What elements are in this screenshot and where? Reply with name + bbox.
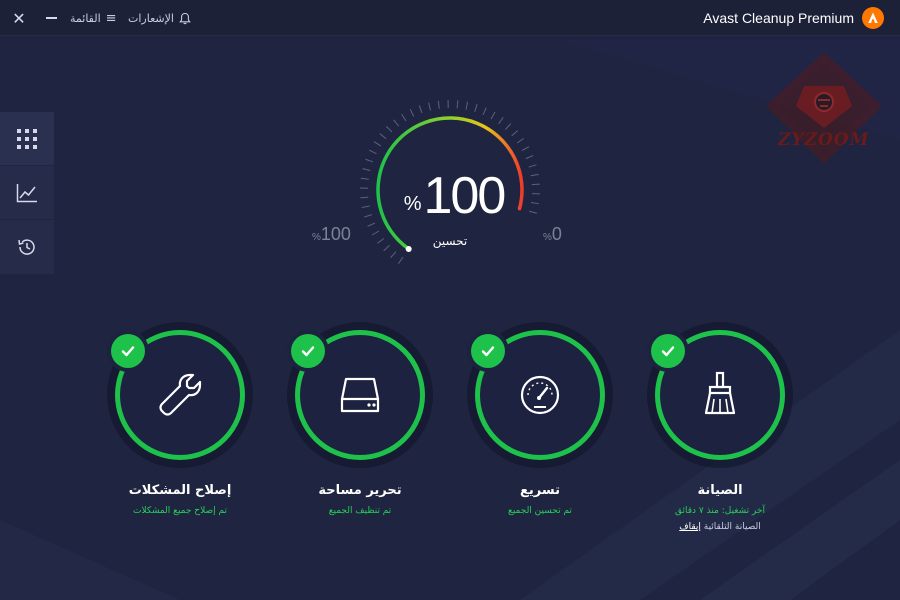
- gauge-tick: [531, 183, 540, 186]
- gauge-tick: [386, 126, 393, 133]
- gauge-min-percent: %: [543, 232, 552, 243]
- zyzoom-watermark-logo: [766, 52, 882, 164]
- gauge-tick: [482, 107, 487, 116]
- gauge-tick: [367, 222, 376, 227]
- auto-maintenance-label: الصيانة التلقائية: [703, 522, 761, 532]
- gauge-tick: [516, 137, 525, 144]
- gauge-tick: [365, 158, 374, 163]
- gauge-max-label: %100: [312, 224, 351, 245]
- menu-icon: ≡: [105, 10, 117, 26]
- gauge-tick: [428, 102, 431, 111]
- avast-logo-icon: [862, 7, 884, 29]
- gauge-max-percent: %: [312, 232, 321, 243]
- status-check-icon: [651, 334, 685, 368]
- gauge-tick: [530, 173, 539, 177]
- grid-icon: [17, 128, 37, 149]
- gauge-tick: [529, 210, 538, 214]
- auto-maintenance-line: الصيانة التلقائية إيقاف: [630, 522, 810, 532]
- gauge-tick: [377, 238, 385, 244]
- broom-icon: [704, 371, 736, 415]
- gauge-tick: [364, 214, 372, 218]
- gauge-min-label: %0: [543, 224, 562, 245]
- gauge-value: % 100: [403, 167, 507, 225]
- card-title: الصيانة: [697, 483, 743, 498]
- speedometer-icon: [520, 375, 560, 415]
- stop-link[interactable]: إيقاف: [679, 522, 701, 532]
- status-check-icon: [111, 334, 145, 368]
- gauge-tick: [530, 201, 540, 205]
- gauge-tick: [383, 245, 390, 252]
- app-title: Avast Cleanup Premium: [703, 10, 854, 26]
- gauge-tick: [360, 177, 369, 180]
- gauge-tick: [360, 196, 369, 199]
- card-title: تسريع: [520, 483, 560, 498]
- gauge-tick: [505, 123, 512, 130]
- minimize-icon: [45, 17, 57, 19]
- gauge-tick: [401, 113, 407, 122]
- watermark-text: ZYZOOM: [778, 130, 870, 150]
- hard-drive-icon: [340, 377, 380, 413]
- sidebar-item-performance[interactable]: [0, 166, 54, 220]
- status-check-icon: [471, 334, 505, 368]
- gauge-tick: [379, 133, 387, 140]
- gauge-tick: [361, 205, 370, 209]
- menu-label: القائمة: [70, 11, 101, 25]
- notifications-label: الإشعارات: [128, 11, 174, 25]
- minimize-button[interactable]: [42, 0, 60, 36]
- gauge-tick: [498, 117, 504, 125]
- gauge-tick: [521, 146, 530, 151]
- gauge-label: تحسين: [432, 234, 468, 248]
- gauge-tick: [397, 256, 404, 265]
- sidebar-item-history[interactable]: [0, 220, 54, 274]
- title-bar: ✕ القائمة ≡ الإشعارات Avast Cleanup Prem…: [0, 0, 900, 36]
- gauge-tick: [371, 230, 380, 236]
- gauge-tick: [418, 105, 423, 114]
- gauge-tick: [409, 109, 415, 117]
- close-icon: ✕: [12, 8, 26, 28]
- chart-icon: [16, 183, 37, 202]
- gauge-tick: [511, 130, 518, 137]
- close-button[interactable]: ✕: [10, 0, 28, 36]
- menu-button[interactable]: القائمة ≡: [70, 0, 117, 36]
- wrench-icon: [159, 373, 202, 416]
- gauge-tick: [474, 104, 478, 112]
- gauge-tick: [362, 168, 371, 171]
- gauge-tick: [390, 251, 397, 258]
- card-status: تم إصلاح جميع المشكلات: [133, 506, 227, 516]
- gauge-tick: [393, 119, 400, 127]
- gauge-tick: [528, 164, 537, 168]
- bell-icon: [179, 12, 191, 24]
- card-status: تم تحسين الجميع: [508, 506, 572, 516]
- gauge-tick: [490, 111, 496, 120]
- gauge-tick: [437, 100, 440, 109]
- gauge-tick: [373, 141, 382, 147]
- gauge-percent-sign: %: [403, 193, 422, 215]
- gauge-tick: [456, 100, 459, 109]
- gauge-max-value: 100: [320, 224, 351, 244]
- gauge-tick: [465, 101, 469, 110]
- sidebar-item-dashboard[interactable]: [0, 112, 54, 166]
- notifications-button[interactable]: الإشعارات: [128, 0, 191, 36]
- gauge-min-value: 0: [551, 224, 562, 244]
- card-status: آخر تشغيل: منذ ٧ دقائق: [674, 506, 766, 516]
- card-title: إصلاح المشكلات: [128, 483, 232, 498]
- status-check-icon: [291, 334, 325, 368]
- gauge-tick: [525, 155, 534, 160]
- gauge-number: 100: [423, 167, 507, 225]
- gauge-tick: [369, 149, 377, 155]
- history-icon: [18, 239, 35, 255]
- card-status: تم تنظيف الجميع: [328, 506, 392, 516]
- sidebar: [0, 112, 54, 274]
- card-title: تحرير مساحة: [318, 483, 402, 498]
